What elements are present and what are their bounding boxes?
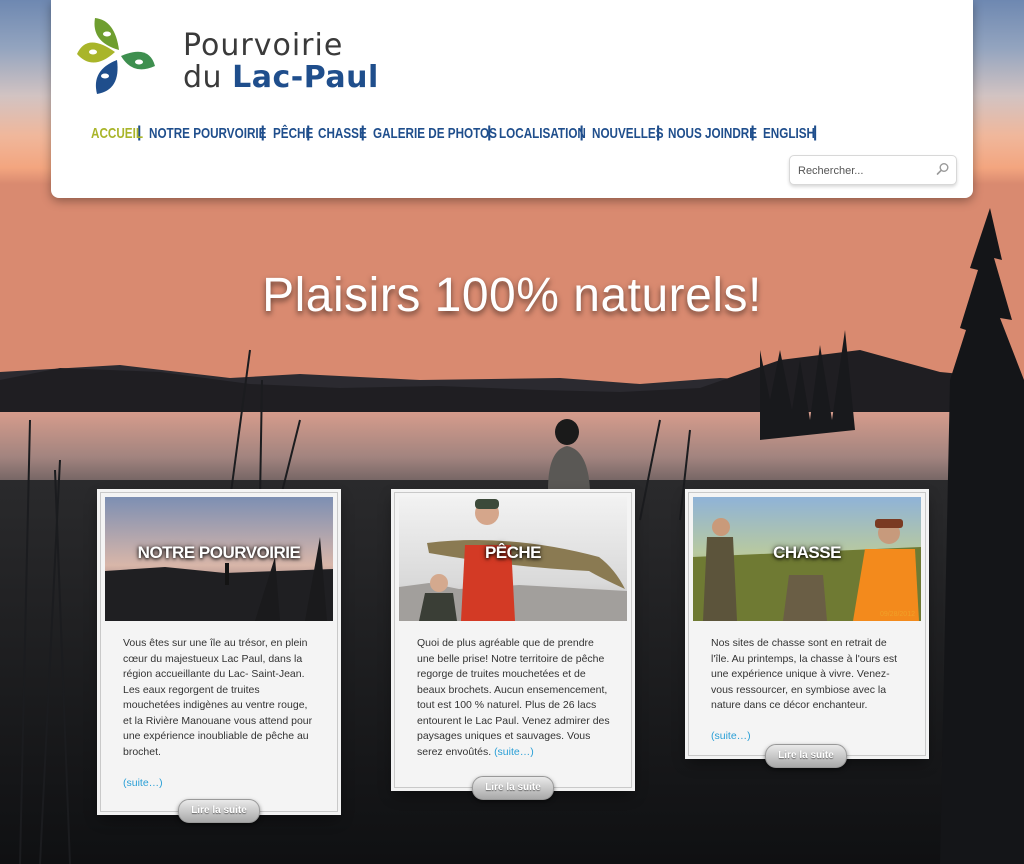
card-title: NOTRE POURVOIRIE <box>137 543 301 562</box>
nav-item-nouvelles[interactable]: NOUVELLES <box>592 125 664 142</box>
card-description: Quoi de plus agréable que de prendre une… <box>417 637 610 758</box>
read-more-button[interactable]: Lire la suite <box>178 799 260 823</box>
logo-line1: Pourvoirie <box>183 28 344 63</box>
card-image[interactable]: PÊCHE <box>399 497 627 621</box>
photo-date-stamp: 09/28/2012 <box>879 611 915 618</box>
card-suite-link[interactable]: (suite…) <box>494 746 534 758</box>
card-title: CHASSE <box>773 543 841 562</box>
nav-item-nous-joindre[interactable]: NOUS JOINDRE <box>668 125 757 142</box>
search-input[interactable] <box>796 161 930 181</box>
hero-headline: Plaisirs 100% naturels! <box>262 269 762 322</box>
card-chasse: CHASSE 09/28/2012 Nos sites de chasse so… <box>688 492 926 756</box>
card-text: Vous êtes sur une île au trésor, en plei… <box>123 636 319 791</box>
logo-line2: du Lac-Paul <box>183 60 379 95</box>
card-peche: PÊCHE Quoi de plus agréable que de prend… <box>394 492 632 788</box>
card-notre-pourvoirie: NOTRE POURVOIRIE Vous êtes sur une île a… <box>100 492 338 812</box>
read-more-button[interactable]: Lire la suite <box>765 744 847 768</box>
site-logo[interactable]: Pourvoirie du Lac-Paul <box>75 12 395 98</box>
site-header: Pourvoirie du Lac-Paul ACCUEIL | NOTRE P… <box>51 0 973 198</box>
card-text: Nos sites de chasse sont en retrait de l… <box>711 636 907 745</box>
nav-item-galerie[interactable]: GALERIE DE PHOTOS <box>373 125 497 142</box>
card-suite-link[interactable]: (suite…) <box>711 730 751 742</box>
nav-item-accueil[interactable]: ACCUEIL <box>91 125 143 142</box>
nav-item-chasse[interactable]: CHASSE <box>318 125 367 142</box>
card-image[interactable]: NOTRE POURVOIRIE <box>105 497 333 621</box>
nav-item-localisation[interactable]: LOCALISATION <box>499 125 586 142</box>
main-nav: ACCUEIL | NOTRE POURVOIRIE | PÊCHE | CHA… <box>91 122 825 144</box>
search-box <box>789 155 957 185</box>
nav-item-notre-pourvoirie[interactable]: NOTRE POURVOIRIE <box>149 125 266 142</box>
card-description: Nos sites de chasse sont en retrait de l… <box>711 637 898 711</box>
magnifier-icon[interactable] <box>936 162 950 176</box>
card-description: Vous êtes sur une île au trésor, en plei… <box>123 637 313 758</box>
nav-item-english[interactable]: ENGLISH <box>763 125 815 142</box>
card-suite-link[interactable]: (suite…) <box>123 777 163 789</box>
nav-item-peche[interactable]: PÊCHE <box>273 125 313 142</box>
logo-leaves-icon <box>77 18 155 94</box>
card-image[interactable]: CHASSE 09/28/2012 <box>693 497 921 621</box>
card-text: Quoi de plus agréable que de prendre une… <box>417 636 613 760</box>
card-title: PÊCHE <box>484 543 542 562</box>
read-more-button[interactable]: Lire la suite <box>472 776 554 800</box>
